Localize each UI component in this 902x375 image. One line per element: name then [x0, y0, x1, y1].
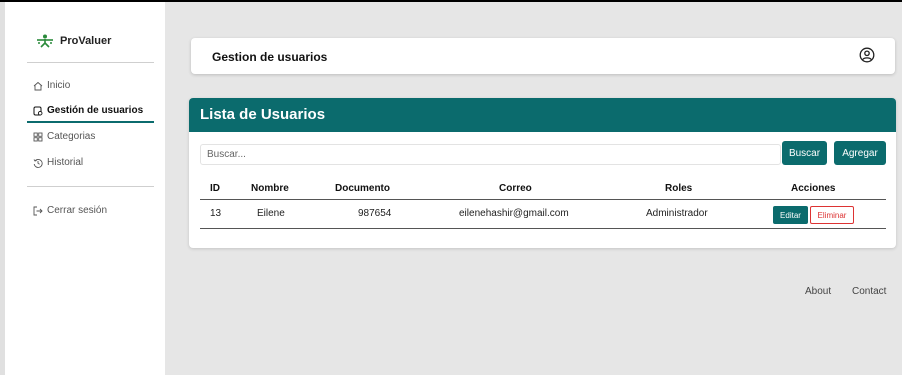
user-circle-icon[interactable]: [859, 47, 875, 63]
edit-button[interactable]: Editar: [773, 206, 808, 224]
column-header-documento: Documento: [335, 183, 390, 194]
grid-icon: [33, 132, 43, 141]
column-header-acciones: Acciones: [791, 183, 836, 194]
home-icon: [33, 81, 43, 90]
brand-icon: [37, 34, 53, 48]
logout-icon: [33, 206, 43, 215]
cell-id: 13: [210, 208, 222, 219]
sidebar-item-categorias[interactable]: Categorias: [33, 131, 95, 142]
brand-logo[interactable]: ProValuer: [36, 34, 111, 48]
sidebar-item-inicio[interactable]: Inicio: [33, 80, 70, 91]
table-bottom-divider: [200, 228, 886, 229]
users-card: Lista de Usuarios Buscar Agregar ID Nomb…: [189, 98, 896, 248]
cell-documento: 987654: [358, 208, 392, 219]
users-icon: [33, 106, 43, 115]
column-header-roles: Roles: [665, 183, 693, 194]
page-header: Gestion de usuarios: [191, 38, 895, 74]
cell-nombre: Eilene: [257, 208, 285, 219]
column-header-nombre: Nombre: [251, 183, 289, 194]
sidebar-item-label: Gestión de usuarios: [47, 105, 144, 116]
sidebar-item-label: Categorias: [47, 131, 96, 142]
cell-correo: eilenehashir@gmail.com: [459, 208, 569, 219]
main-content: Gestion de usuarios Lista de Usuarios Bu…: [165, 2, 902, 375]
column-header-id: ID: [210, 183, 220, 194]
sidebar-item-gestion-usuarios[interactable]: Gestión de usuarios: [33, 105, 143, 116]
sidebar-divider: [27, 62, 154, 63]
add-user-button[interactable]: Agregar: [834, 141, 886, 165]
card-header: Lista de Usuarios: [189, 98, 896, 132]
search-input[interactable]: [200, 144, 781, 165]
sidebar-divider: [27, 186, 154, 187]
history-icon: [33, 158, 43, 168]
page-title: Gestion de usuarios: [212, 50, 328, 64]
delete-button[interactable]: Eliminar: [810, 206, 854, 224]
table-header-divider: [200, 199, 886, 200]
logout-label: Cerrar sesión: [47, 205, 108, 216]
sidebar-item-historial[interactable]: Historial: [33, 157, 83, 168]
footer-about-link[interactable]: About: [805, 286, 831, 297]
brand-name: ProValuer: [60, 35, 112, 47]
logout-button[interactable]: Cerrar sesión: [33, 205, 107, 216]
cell-rol: Administrador: [646, 208, 708, 219]
active-indicator: [27, 121, 154, 123]
search-button[interactable]: Buscar: [782, 141, 827, 165]
footer-contact-link[interactable]: Contact: [852, 286, 886, 297]
card-title: Lista de Usuarios: [200, 106, 326, 123]
column-header-correo: Correo: [499, 183, 532, 194]
sidebar-item-label: Historial: [47, 157, 84, 168]
sidebar: ProValuer Inicio Gestión de usuarios Cat…: [5, 2, 165, 375]
sidebar-item-label: Inicio: [47, 80, 71, 91]
